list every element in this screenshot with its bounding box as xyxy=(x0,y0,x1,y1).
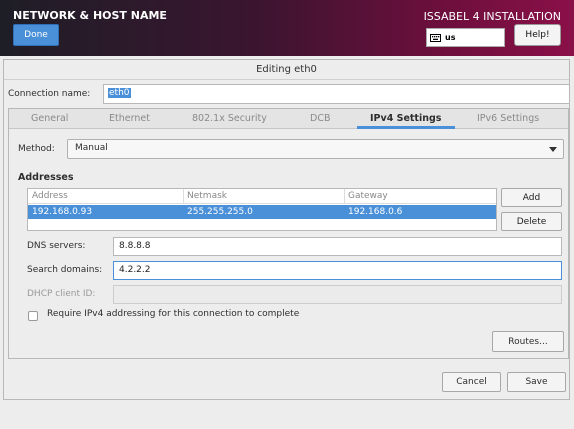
dns-servers-input[interactable]: 8.8.8.8 xyxy=(113,237,562,256)
tab-8021x-security[interactable]: 802.1x Security xyxy=(192,113,267,124)
add-address-button[interactable]: Add xyxy=(501,188,562,207)
delete-address-button[interactable]: Delete xyxy=(501,212,562,231)
method-select[interactable]: Manual xyxy=(67,139,564,159)
page-title: NETWORK & HOST NAME xyxy=(13,9,167,22)
dns-servers-label: DNS servers: xyxy=(27,241,86,251)
search-domains-label: Search domains: xyxy=(27,265,103,275)
column-divider xyxy=(344,189,345,204)
column-header-address[interactable]: Address xyxy=(32,191,68,201)
dialog-title: Editing eth0 xyxy=(4,60,569,80)
chevron-down-icon xyxy=(549,147,557,152)
addresses-heading: Addresses xyxy=(18,172,74,183)
require-ipv4-checkbox[interactable] xyxy=(28,311,38,321)
tab-bar: General Ethernet 802.1x Security DCB IPv… xyxy=(9,109,568,129)
connection-name-label: Connection name: xyxy=(8,89,91,99)
gateway-cell: 192.168.0.6 xyxy=(348,207,403,217)
save-button[interactable]: Save xyxy=(507,372,566,392)
require-ipv4-label: Require IPv4 addressing for this connect… xyxy=(47,309,300,319)
tab-dcb[interactable]: DCB xyxy=(310,113,330,124)
routes-button[interactable]: Routes... xyxy=(492,331,564,352)
dhcp-client-id-label: DHCP client ID: xyxy=(27,289,96,299)
tab-ipv6-settings[interactable]: IPv6 Settings xyxy=(477,113,539,124)
keyboard-icon xyxy=(430,33,441,42)
tab-ethernet[interactable]: Ethernet xyxy=(109,113,150,124)
installation-title: ISSABEL 4 INSTALLATION xyxy=(423,10,561,23)
dhcp-client-id-input[interactable] xyxy=(113,285,562,304)
cancel-button[interactable]: Cancel xyxy=(442,372,501,392)
editing-connection-dialog: Editing eth0 Connection name: eth0 Gener… xyxy=(3,59,570,400)
keyboard-layout-indicator[interactable]: us xyxy=(426,28,505,47)
connection-name-value: eth0 xyxy=(108,88,131,98)
address-cell: 192.168.0.93 xyxy=(32,207,93,217)
method-label: Method: xyxy=(18,144,55,154)
top-bar: NETWORK & HOST NAME Done ISSABEL 4 INSTA… xyxy=(0,0,574,56)
search-domains-input[interactable]: 4.2.2.2 xyxy=(113,261,562,280)
help-button[interactable]: Help! xyxy=(514,24,561,46)
column-header-gateway[interactable]: Gateway xyxy=(348,191,388,201)
column-header-netmask[interactable]: Netmask xyxy=(187,191,227,201)
netmask-cell: 255.255.255.0 xyxy=(187,207,253,217)
active-tab-indicator xyxy=(357,126,455,129)
addresses-table[interactable]: Address Netmask Gateway 192.168.0.93 255… xyxy=(27,188,497,231)
settings-tabs-panel: General Ethernet 802.1x Security DCB IPv… xyxy=(8,108,569,359)
tab-ipv4-settings[interactable]: IPv4 Settings xyxy=(370,113,441,124)
method-value: Manual xyxy=(75,143,108,153)
table-row[interactable]: 192.168.0.93 255.255.255.0 192.168.0.6 xyxy=(28,205,496,219)
column-divider xyxy=(183,189,184,204)
connection-name-input[interactable]: eth0 xyxy=(103,84,570,104)
keyboard-layout-label: us xyxy=(445,33,456,42)
tab-general[interactable]: General xyxy=(31,113,68,124)
table-header: Address Netmask Gateway xyxy=(28,189,496,204)
done-button[interactable]: Done xyxy=(13,24,59,46)
